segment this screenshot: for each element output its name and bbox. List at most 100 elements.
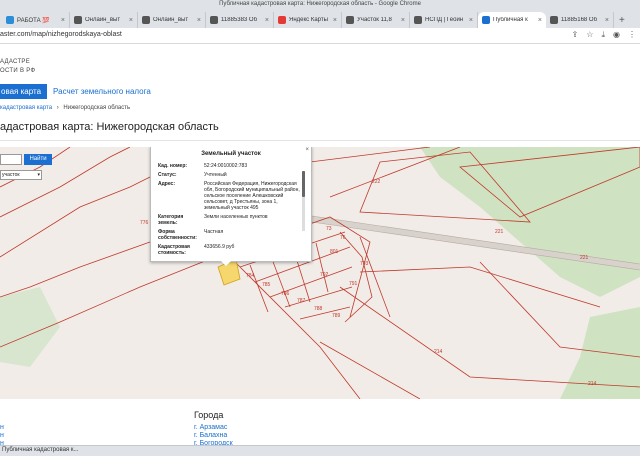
city-link[interactable]: г. Арзамас	[194, 424, 227, 431]
tab-label: Онлайн_выт	[85, 17, 121, 23]
tab-favicon-icon	[6, 16, 14, 24]
nav-item-map[interactable]: овая карта	[0, 84, 48, 99]
download-icon[interactable]: ⤓	[601, 30, 605, 40]
popup-title: Земельный участок	[201, 151, 261, 157]
popup-row: Статус: Учтенный	[158, 172, 304, 178]
popup-body: Кад. номер: 52:24:0010002:783 Статус: Учтен…	[158, 163, 304, 259]
map-canvas[interactable]: 222 221 221 214 214 801 792 784 785 786 …	[0, 147, 640, 399]
popup-row-value: Частная	[204, 229, 224, 235]
parcel-label: 222	[372, 179, 381, 185]
cadastral-map[interactable]: 222 221 221 214 214 801 792 784 785 786 …	[0, 147, 640, 399]
logo-line-1: АДАСТРЕ	[0, 59, 31, 65]
bookmark-star-icon[interactable]: ☆	[586, 30, 593, 40]
browser-tab[interactable]: 11885383 Об ×	[206, 12, 274, 28]
tab-label: Публичная к	[493, 17, 528, 23]
address-bar[interactable]: aster.com/map/nizhegorodskaya-oblast ⇪ ☆…	[0, 28, 640, 44]
browser-tab[interactable]: 11885168 Об ×	[546, 12, 614, 28]
popup-row-value: Российская Федерация, Нижегородская обл,…	[204, 181, 300, 211]
layer-select[interactable]: участок ▾	[0, 170, 42, 180]
parcel-info-popup: Земельный участок × Кад. номер: 52:24:001…	[150, 147, 312, 266]
browser-tab[interactable]: Яндекс Карты ×	[274, 12, 342, 28]
parcel-boundary	[0, 176, 151, 258]
cadastral-search-input[interactable]	[0, 154, 22, 165]
new-tab-icon[interactable]: +	[614, 12, 630, 28]
browser-tab[interactable]: Участок 11,8 ×	[342, 12, 410, 28]
city-link[interactable]: г. Балахна	[194, 432, 227, 439]
parcel-boundary	[271, 258, 291, 308]
parcel-label: 784	[246, 273, 255, 279]
left-column-link[interactable]: н	[0, 424, 4, 431]
tab-favicon-icon	[142, 16, 150, 24]
parcel-label: 788	[314, 306, 323, 312]
popup-row-key: Кад. номер:	[158, 163, 188, 169]
breadcrumb: кадастровая карта › Нижегородская област…	[0, 105, 130, 111]
popup-row: Категория земель: Земли населенных пункто…	[158, 214, 304, 226]
tab-strip: РАБОТА 💯 × Онлайн_выт × Онлайн_выт × 11885383 …	[0, 10, 640, 28]
forest-area	[0, 287, 60, 367]
popup-row-value: Земли населенных пунктов	[204, 214, 268, 220]
parcel-label: 789	[332, 313, 341, 319]
parcel-boundary	[299, 306, 351, 320]
tab-close-icon[interactable]: ×	[469, 17, 473, 24]
popup-row-key: Статус:	[158, 172, 177, 178]
parcel-boundary	[0, 147, 71, 188]
profile-icon[interactable]: ◉	[613, 30, 620, 40]
browser-tab[interactable]: РАБОТА 💯 ×	[2, 12, 70, 28]
tab-label: Участок 11,8	[357, 17, 392, 23]
parcel-label: 776	[140, 220, 149, 226]
popup-row: Форма собственности: Частная	[158, 229, 304, 241]
page-title: адастровая карта: Нижегородская область	[0, 121, 219, 133]
popup-row: Кад. номер: 52:24:0010002:783	[158, 163, 304, 169]
parcel-label: 791	[349, 281, 358, 287]
breadcrumb-link-map[interactable]: кадастровая карта	[0, 105, 52, 111]
share-icon[interactable]: ⇪	[572, 30, 579, 40]
tab-close-icon[interactable]: ×	[129, 17, 133, 24]
tab-close-icon[interactable]: ×	[333, 17, 337, 24]
site-logo[interactable]: АДАСТРЕ ОСТИ В РФ	[0, 58, 35, 76]
search-button[interactable]: Найти	[24, 154, 52, 165]
browser-tab[interactable]: Онлайн_выт ×	[70, 12, 138, 28]
popup-scrollbar-thumb[interactable]	[302, 171, 305, 197]
parcel-boundary	[309, 147, 431, 163]
browser-tab[interactable]: НСПД | Геоин ×	[410, 12, 478, 28]
parcel-label: 214	[434, 349, 443, 355]
parcel-boundary	[315, 242, 329, 293]
tab-close-icon[interactable]: ×	[538, 17, 542, 24]
browser-tab[interactable]: Онлайн_выт ×	[138, 12, 206, 28]
forest-area	[560, 307, 640, 399]
parcel-label: 787	[297, 298, 306, 304]
parcel-label: 221	[495, 229, 504, 235]
popup-row: Кадастровая стоимость: 433656.9 руб	[158, 244, 304, 256]
popup-scrollbar[interactable]	[302, 171, 305, 231]
url-text[interactable]: aster.com/map/nizhegorodskaya-oblast	[0, 31, 122, 38]
chevron-down-icon: ▾	[37, 172, 40, 178]
window-titlebar: Публичная кадастровая карта: Нижегородск…	[0, 0, 640, 10]
tab-close-icon[interactable]: ×	[401, 17, 405, 24]
logo-line-2: ОСТИ В РФ	[0, 68, 36, 74]
download-item[interactable]: Публичная кадастровая к...	[2, 447, 78, 453]
popup-row: Адрес: Российская Федерация, Нижегородска…	[158, 181, 304, 211]
menu-icon[interactable]: ⋮	[628, 30, 636, 40]
nav-item-land-tax[interactable]: Расчет земельного налога	[53, 87, 151, 96]
tab-favicon-icon	[482, 16, 490, 24]
header-divider	[0, 140, 640, 141]
popup-pointer	[221, 261, 231, 266]
tab-close-icon[interactable]: ×	[197, 17, 201, 24]
tab-label: 11885383 Об	[221, 17, 258, 23]
tab-close-icon[interactable]: ×	[605, 17, 609, 24]
popup-row-key: Адрес:	[158, 181, 175, 187]
window-title: Публичная кадастровая карта: Нижегородск…	[219, 1, 421, 7]
close-icon[interactable]: ×	[305, 147, 309, 153]
left-column-link[interactable]: н	[0, 432, 4, 439]
parcel-label: 801	[330, 249, 339, 255]
tab-close-icon[interactable]: ×	[265, 17, 269, 24]
tab-close-icon[interactable]: ×	[61, 17, 65, 24]
tab-favicon-icon	[278, 16, 286, 24]
tab-label: 11885168 Об	[561, 17, 598, 23]
parcel-label: 785	[262, 282, 271, 288]
tab-favicon-icon	[414, 16, 422, 24]
popup-row-key: Категория земель:	[158, 214, 184, 226]
parcel-label: 792	[320, 272, 329, 278]
browser-tab[interactable]: Публичная к ×	[478, 12, 546, 28]
parcel-boundary	[319, 341, 421, 399]
